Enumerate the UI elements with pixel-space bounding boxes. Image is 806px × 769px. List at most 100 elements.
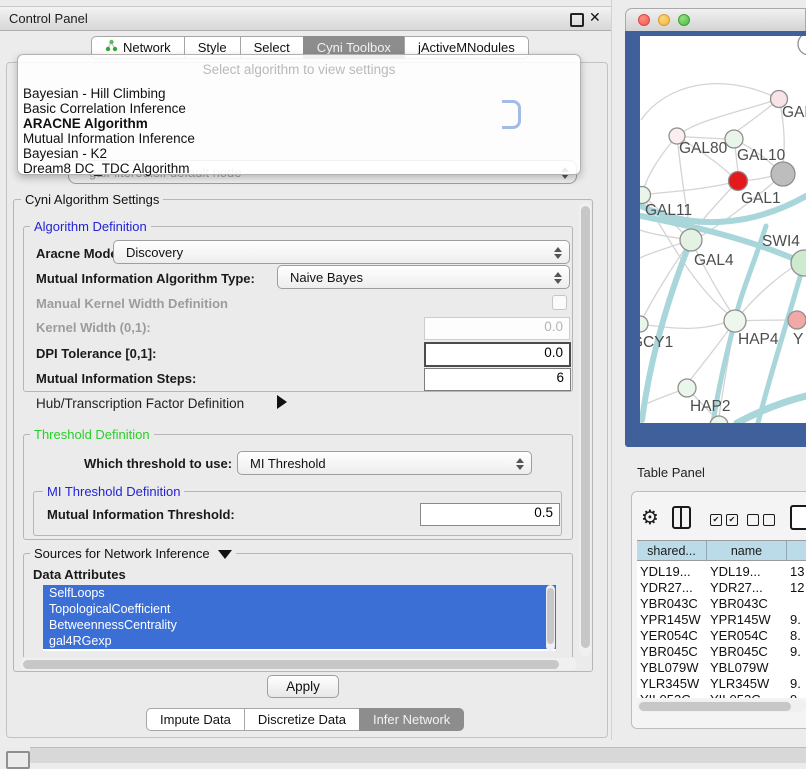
network-node-swi4[interactable]: [791, 250, 806, 276]
network-node-gal4[interactable]: [680, 229, 702, 251]
table-row[interactable]: YER054CYER054C8.: [637, 628, 806, 644]
algorithm-option[interactable]: ARACNE Algorithm: [23, 116, 148, 131]
combo-stepper-icon: [516, 456, 524, 471]
node-label: GCY1: [640, 334, 673, 351]
combo-stepper-icon: [554, 245, 562, 260]
attributes-scrollbar[interactable]: [546, 585, 555, 651]
table-row[interactable]: YDL19...YDL19...13: [637, 564, 806, 580]
node-table[interactable]: shared...nameA YDL19...YDL19...13YDR27...…: [637, 540, 806, 698]
settings-horizontal-scrollbar[interactable]: [20, 658, 577, 670]
apply-button[interactable]: Apply: [267, 675, 339, 698]
node-label: HAP4: [738, 331, 779, 348]
collapsed-panel-button[interactable]: [6, 751, 30, 769]
table-row[interactable]: YIL052CYIL052C9: [637, 692, 806, 698]
network-node-gal10[interactable]: [725, 130, 743, 148]
table-row[interactable]: YBL079WYBL079W: [637, 660, 806, 676]
algorithm-definition-title: Algorithm Definition: [30, 219, 151, 234]
algorithm-option[interactable]: Bayesian - K2: [23, 146, 107, 161]
zoom-traffic-light[interactable]: [678, 14, 690, 26]
network-node[interactable]: [798, 36, 806, 55]
mi-type-label: Mutual Information Algorithm Type:: [36, 271, 255, 286]
tab-impute-data[interactable]: Impute Data: [146, 708, 245, 731]
combo-stepper-icon: [554, 270, 562, 285]
network-canvas[interactable]: GALGAL80GAL10GAL1GAL11GAL4SWI4GCY1HAP4YH…: [640, 36, 806, 423]
tab-infer-network[interactable]: Infer Network: [359, 708, 464, 731]
dpi-tolerance-input[interactable]: 0.0: [424, 342, 571, 367]
network-node[interactable]: [771, 162, 795, 186]
node-label: GAL11: [645, 202, 692, 219]
which-threshold-label: Which threshold to use:: [84, 456, 232, 471]
algorithm-option[interactable]: Dream8 DC_TDC Algorithm: [23, 161, 190, 176]
algorithm-popup: Select algorithm to view settings Bayesi…: [17, 54, 581, 175]
mi-steps-input[interactable]: 6: [424, 368, 571, 391]
table-panel-title: Table Panel: [637, 465, 705, 480]
column-header[interactable]: A: [787, 540, 806, 561]
attribute-item[interactable]: gal4RGexp: [43, 633, 556, 649]
manual-kernel-label: Manual Kernel Width Definition: [36, 296, 228, 311]
node-label: HAP2: [690, 398, 731, 415]
close-traffic-light[interactable]: [638, 14, 650, 26]
data-attributes-list[interactable]: SelfLoopsTopologicalCoefficientBetweenne…: [43, 585, 556, 651]
aracne-mode-combo[interactable]: Discovery: [113, 240, 570, 264]
data-attributes-label: Data Attributes: [33, 567, 126, 582]
network-node-hap4[interactable]: [724, 310, 746, 332]
aracne-mode-label: Aracne Mode:: [36, 246, 122, 261]
float-window-icon[interactable]: [570, 13, 584, 27]
network-node-gal11[interactable]: [640, 187, 651, 204]
panel-divider: [611, 0, 612, 740]
expand-right-icon[interactable]: [277, 395, 287, 409]
column-header[interactable]: shared...: [637, 540, 707, 561]
mi-threshold-input[interactable]: 0.5: [420, 503, 560, 526]
algorithm-popup-placeholder: Select algorithm to view settings: [18, 62, 580, 77]
tab-discretize-data[interactable]: Discretize Data: [244, 708, 360, 731]
network-node-y[interactable]: [788, 311, 806, 329]
node-label: GAL4: [694, 252, 734, 269]
cyni-settings-title: Cyni Algorithm Settings: [21, 192, 163, 207]
kernel-width-label: Kernel Width (0,1):: [36, 320, 151, 335]
table-row[interactable]: YLR345WYLR345W9.: [637, 676, 806, 692]
table-row[interactable]: YBR045CYBR045C9.: [637, 644, 806, 660]
split-columns-icon[interactable]: [672, 506, 691, 529]
manual-kernel-checkbox[interactable]: [552, 295, 567, 310]
algorithm-option[interactable]: Basic Correlation Inference: [23, 101, 186, 116]
node-label: GAL: [782, 104, 806, 121]
document-icon[interactable]: [790, 505, 806, 530]
network-node-gcy1[interactable]: [640, 316, 648, 332]
node-label: GAL1: [741, 190, 781, 207]
attribute-item[interactable]: SelfLoops: [43, 585, 556, 601]
gear-icon[interactable]: ⚙: [641, 505, 659, 529]
focused-combo-ring-fragment: [502, 100, 521, 129]
network-node-hap2[interactable]: [678, 379, 696, 397]
algorithm-option[interactable]: Mutual Information Inference: [23, 131, 195, 146]
node-label: GAL10: [737, 147, 786, 164]
table-horizontal-scrollbar[interactable]: [637, 700, 806, 712]
attribute-item[interactable]: TopologicalCoefficient: [43, 601, 556, 617]
kernel-width-field: 0.0: [424, 317, 570, 340]
mi-type-combo[interactable]: Naive Bayes: [277, 265, 570, 289]
collapse-down-icon[interactable]: [218, 550, 232, 559]
table-row[interactable]: YPR145WYPR145W9.: [637, 612, 806, 628]
show-columns-icon[interactable]: ✔✔: [710, 514, 738, 526]
mi-threshold-label: Mutual Information Threshold:: [47, 507, 235, 522]
hub-definition-toggle[interactable]: Hub/Transcription Factor Definition: [36, 396, 244, 411]
bottom-tabbar: Impute DataDiscretize DataInfer Network: [147, 708, 464, 731]
network-node-gal1[interactable]: [729, 172, 748, 191]
table-row[interactable]: YDR27...YDR27...12: [637, 580, 806, 596]
threshold-title: Threshold Definition: [30, 427, 154, 442]
settings-vertical-scrollbar[interactable]: [579, 202, 591, 656]
sources-title[interactable]: Sources for Network Inference: [30, 546, 236, 561]
attribute-item[interactable]: BetweennessCentrality: [43, 617, 556, 633]
which-threshold-combo[interactable]: MI Threshold: [237, 451, 532, 475]
node-label: Y: [793, 331, 803, 348]
hide-columns-icon[interactable]: [747, 514, 775, 526]
network-window-titlebar[interactable]: [625, 8, 806, 32]
control-panel-title: Control Panel: [9, 11, 88, 26]
close-icon[interactable]: ✕: [589, 9, 601, 26]
algorithm-option[interactable]: Bayesian - Hill Climbing: [23, 86, 166, 101]
control-panel-titlebar: Control Panel: [0, 6, 612, 31]
table-row[interactable]: YBR043CYBR043C: [637, 596, 806, 612]
mi-steps-label: Mutual Information Steps:: [36, 371, 196, 386]
mi-threshold-title: MI Threshold Definition: [43, 484, 184, 499]
minimize-traffic-light[interactable]: [658, 14, 670, 26]
column-header[interactable]: name: [707, 540, 787, 561]
